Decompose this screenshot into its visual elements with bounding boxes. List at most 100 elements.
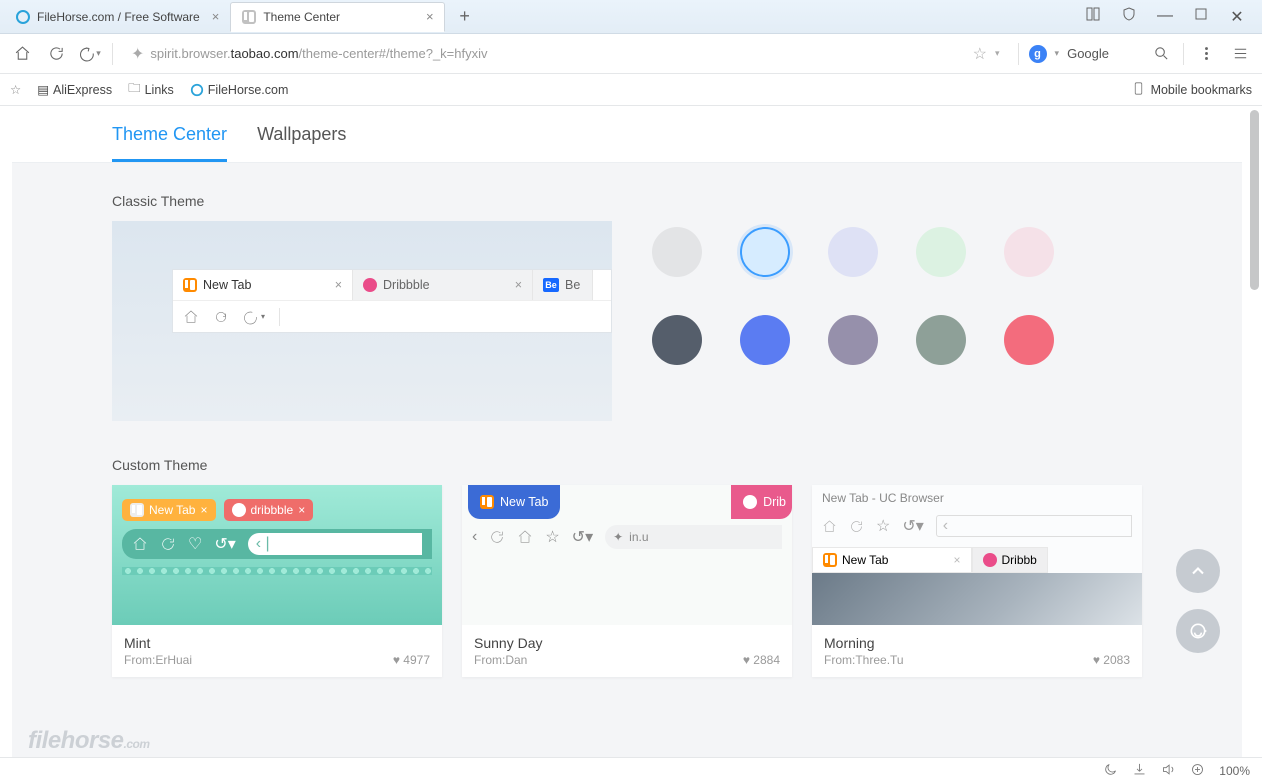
filehorse-icon bbox=[15, 9, 31, 25]
theme-likes: ♥ 2884 bbox=[743, 653, 780, 667]
url-text: spirit.browser.taobao.com/theme-center#/… bbox=[150, 46, 487, 61]
moon-icon[interactable] bbox=[1103, 762, 1118, 780]
color-swatches bbox=[652, 227, 1064, 375]
scroll-top-button[interactable] bbox=[1176, 549, 1220, 593]
tab-strip: FileHorse.com / Free Software × Theme Ce… bbox=[0, 0, 1262, 34]
google-icon: g bbox=[1029, 45, 1047, 63]
mobile-bookmarks-link[interactable]: Mobile bookmarks bbox=[1151, 83, 1252, 97]
close-icon[interactable]: × bbox=[426, 9, 434, 24]
preview-tab: New Tab bbox=[468, 485, 560, 519]
divider bbox=[1183, 43, 1184, 65]
classic-theme-preview[interactable]: New Tab × Dribbble × Be Be bbox=[112, 221, 612, 421]
kebab-menu-button[interactable] bbox=[1194, 42, 1218, 66]
page-tabs: Theme Center Wallpapers bbox=[12, 106, 1242, 163]
zoom-icon[interactable] bbox=[1190, 762, 1205, 780]
preview-tab-dribbble: Dribbble × bbox=[353, 270, 533, 300]
reload-icon bbox=[489, 529, 505, 545]
site-icon: ✦ bbox=[131, 44, 144, 64]
bookmark-item-aliexpress[interactable]: ▤AliExpress bbox=[37, 82, 112, 97]
theme-likes: ♥ 2083 bbox=[1093, 653, 1130, 667]
heart-icon: ♡ bbox=[188, 534, 202, 554]
star-icon: ☆ bbox=[876, 516, 890, 536]
shield-icon[interactable] bbox=[1118, 7, 1140, 27]
history-icon: ↺▾ bbox=[214, 534, 235, 554]
preview-tab: Drib bbox=[731, 485, 792, 519]
hamburger-menu-button[interactable] bbox=[1228, 42, 1252, 66]
reload-icon bbox=[849, 519, 864, 534]
history-icon: ↺▾ bbox=[902, 516, 923, 536]
theme-card-morning[interactable]: New Tab - UC Browser ☆ ↺▾ ‹ New Tab× Dri… bbox=[812, 485, 1142, 677]
tab-title: Theme Center bbox=[263, 10, 340, 24]
mobile-icon bbox=[1132, 82, 1145, 98]
watermark: filehorse.com bbox=[28, 727, 150, 755]
close-button[interactable]: ✕ bbox=[1226, 7, 1248, 27]
section-title-custom: Custom Theme bbox=[112, 457, 1157, 473]
bookmarks-bar: ☆ ▤AliExpress 🗀Links FileHorse.com Mobil… bbox=[0, 74, 1262, 106]
bookmark-star-icon[interactable]: ☆ bbox=[10, 82, 21, 97]
preview-tab: New Tab× bbox=[122, 499, 216, 521]
bookmark-star-icon[interactable]: ☆ bbox=[973, 44, 987, 64]
download-icon[interactable] bbox=[1132, 762, 1147, 780]
tab-theme-center[interactable]: Theme Center bbox=[112, 124, 227, 162]
search-engine-picker[interactable]: g ▾ Google bbox=[1029, 45, 1109, 63]
page-content: Theme Center Wallpapers Classic Theme Ne… bbox=[12, 106, 1242, 757]
minimize-button[interactable]: — bbox=[1154, 7, 1176, 27]
url-stub: ‹ | bbox=[248, 533, 422, 555]
back-icon: ‹ bbox=[472, 528, 477, 546]
preview-tab: Dribbb bbox=[972, 547, 1048, 573]
zoom-level[interactable]: 100% bbox=[1219, 764, 1250, 778]
address-bar[interactable]: ✦ spirit.browser.taobao.com/theme-center… bbox=[123, 40, 1008, 68]
history-icon: ▾ bbox=[243, 309, 265, 325]
toolbar: ▾ ✦ spirit.browser.taobao.com/theme-cent… bbox=[0, 34, 1262, 74]
browser-tab-theme-center[interactable]: Theme Center × bbox=[230, 2, 444, 32]
tile-icon[interactable] bbox=[1082, 7, 1104, 27]
page-icon: ▤ bbox=[37, 82, 49, 97]
filehorse-icon bbox=[190, 83, 204, 97]
folder-icon: 🗀 bbox=[128, 79, 141, 100]
color-swatch[interactable] bbox=[828, 227, 878, 277]
theme-name: Sunny Day bbox=[474, 635, 780, 651]
mute-icon[interactable] bbox=[1161, 762, 1176, 780]
chevron-down-icon[interactable]: ▾ bbox=[1055, 48, 1060, 59]
home-icon bbox=[132, 536, 148, 552]
color-swatch[interactable] bbox=[1004, 315, 1054, 365]
scrollbar-thumb[interactable] bbox=[1250, 110, 1259, 290]
theme-card-sunny[interactable]: New Tab Drib ‹ ☆ ↺▾ ✦in.u bbox=[462, 485, 792, 677]
tab-title: FileHorse.com / Free Software bbox=[37, 10, 200, 24]
home-icon bbox=[517, 529, 533, 545]
color-swatch[interactable] bbox=[740, 315, 790, 365]
color-swatch[interactable] bbox=[916, 227, 966, 277]
color-swatch[interactable] bbox=[1004, 227, 1054, 277]
behance-icon: Be bbox=[543, 278, 559, 292]
reload-button[interactable] bbox=[44, 42, 68, 66]
bookmark-item-links[interactable]: 🗀Links bbox=[128, 79, 174, 100]
color-swatch[interactable] bbox=[828, 315, 878, 365]
new-tab-button[interactable]: + bbox=[451, 3, 479, 31]
color-swatch[interactable] bbox=[740, 227, 790, 277]
window-controls: — ✕ bbox=[1082, 7, 1258, 27]
close-icon[interactable]: × bbox=[212, 9, 220, 24]
color-swatch[interactable] bbox=[916, 315, 966, 365]
scrollbar[interactable] bbox=[1250, 110, 1259, 753]
home-button[interactable] bbox=[10, 42, 34, 66]
support-button[interactable] bbox=[1176, 609, 1220, 653]
tab-wallpapers[interactable]: Wallpapers bbox=[257, 124, 346, 162]
dropdown-icon[interactable]: ▾ bbox=[995, 48, 1000, 59]
section-title-classic: Classic Theme bbox=[112, 193, 1157, 209]
maximize-button[interactable] bbox=[1190, 7, 1212, 27]
theme-author: From:Three.Tu bbox=[824, 653, 904, 667]
bookmark-item-filehorse[interactable]: FileHorse.com bbox=[190, 83, 289, 97]
dribbble-icon bbox=[363, 278, 377, 292]
theme-card-mint[interactable]: New Tab× dribbble× ♡ ↺▾ ‹ | bbox=[112, 485, 442, 677]
divider bbox=[112, 43, 113, 65]
browser-tab-filehorse[interactable]: FileHorse.com / Free Software × bbox=[4, 2, 230, 32]
theme-likes: ♥ 4977 bbox=[393, 653, 430, 667]
color-swatch[interactable] bbox=[652, 315, 702, 365]
back-button[interactable]: ▾ bbox=[78, 42, 102, 66]
color-swatch[interactable] bbox=[652, 227, 702, 277]
search-button[interactable] bbox=[1149, 42, 1173, 66]
reload-icon bbox=[160, 536, 176, 552]
reload-icon bbox=[213, 309, 229, 325]
home-icon bbox=[183, 309, 199, 325]
star-icon: ☆ bbox=[545, 527, 559, 547]
